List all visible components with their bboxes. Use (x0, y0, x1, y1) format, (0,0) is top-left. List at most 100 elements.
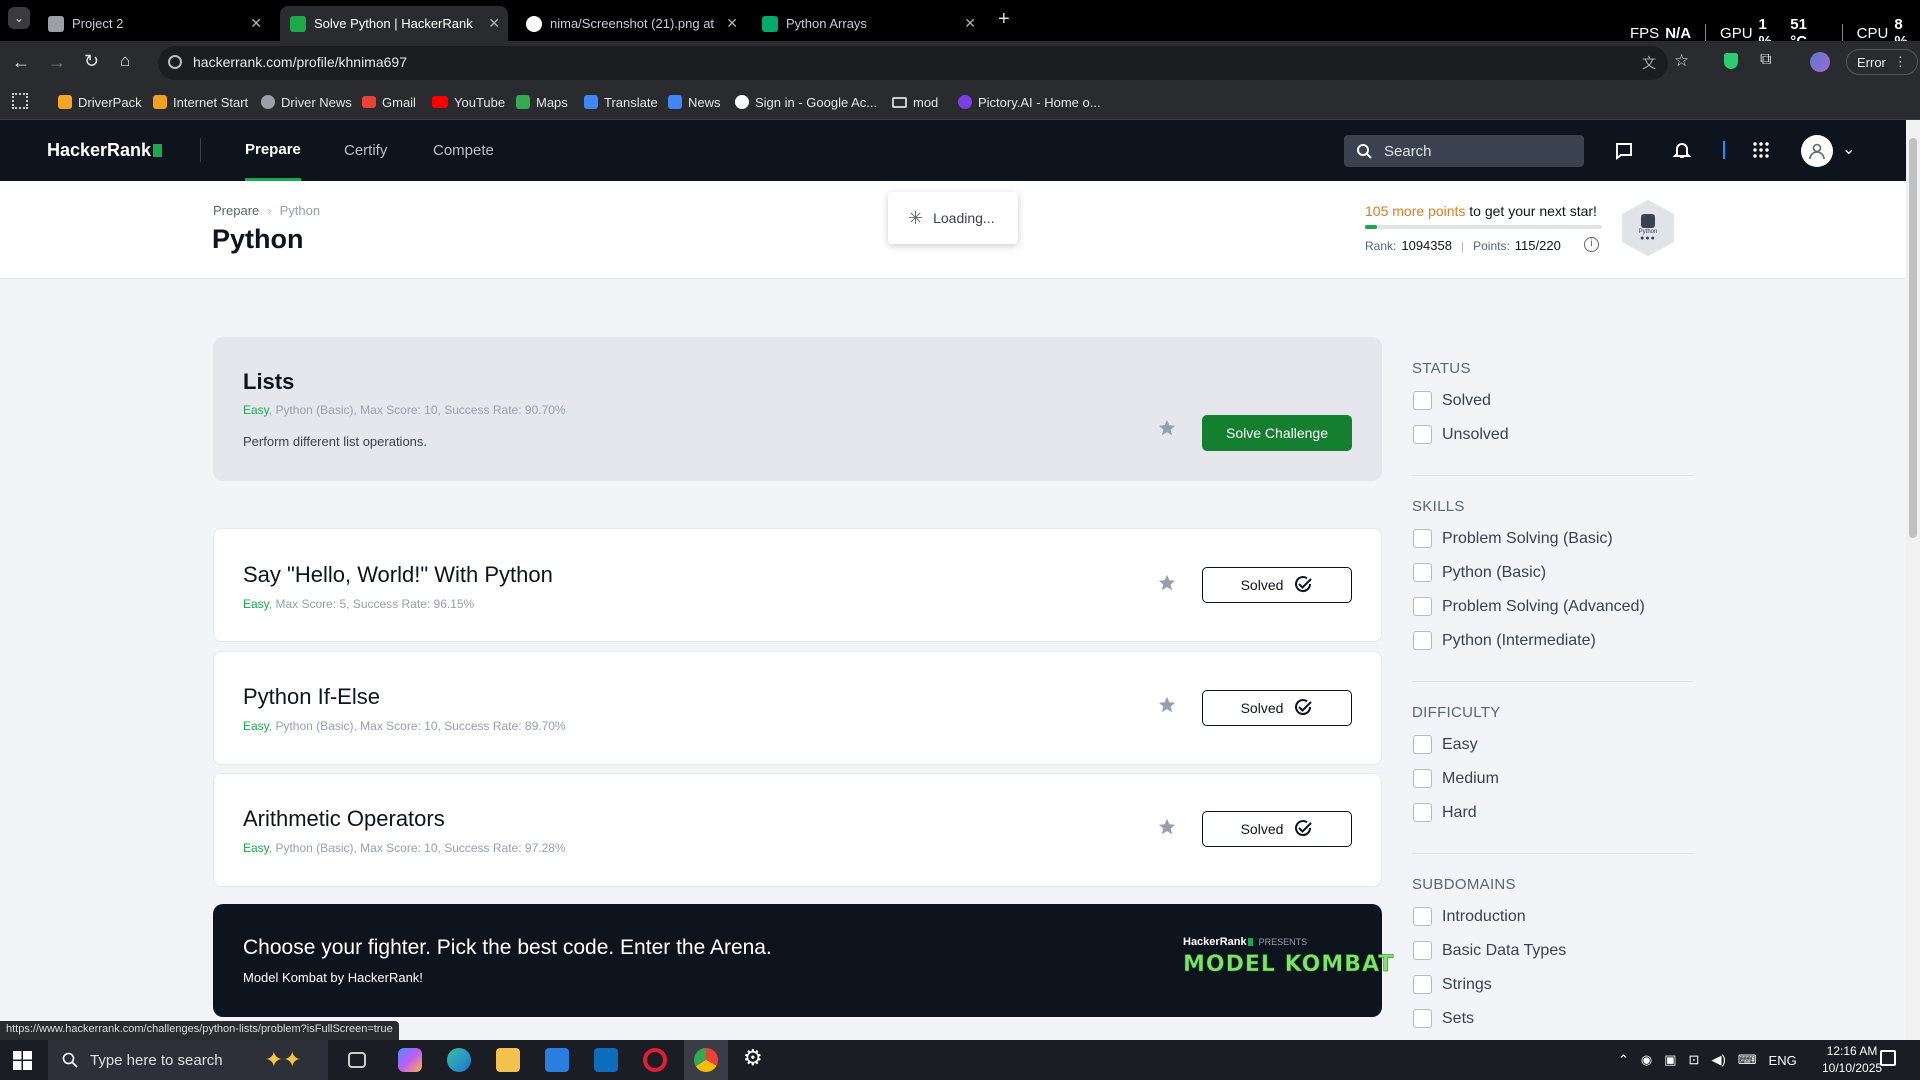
extensions-icon[interactable]: ⧉ (1760, 51, 1771, 69)
search-input[interactable]: Search (1344, 135, 1584, 167)
bookmark-star-icon[interactable] (1158, 818, 1176, 836)
back-icon[interactable]: ← (12, 52, 30, 73)
info-icon[interactable]: i (1584, 237, 1599, 252)
task-view-icon[interactable] (348, 1052, 366, 1068)
messages-icon[interactable] (1614, 141, 1634, 161)
store-icon[interactable] (545, 1048, 569, 1072)
windows-start-icon[interactable] (13, 1051, 32, 1070)
filter-medium[interactable]: Medium (1413, 769, 1499, 788)
solved-button[interactable]: Solved (1202, 567, 1352, 603)
tab-search-button[interactable]: ⌄ (8, 7, 30, 29)
filter-sets[interactable]: Sets (1413, 1009, 1474, 1028)
checkbox[interactable] (1413, 769, 1432, 788)
language-indicator[interactable]: ENG (1769, 1053, 1797, 1068)
bookmark-internet-start[interactable]: Internet Start (153, 84, 248, 120)
bookmark-star-icon[interactable] (1158, 574, 1176, 592)
checkbox[interactable] (1413, 941, 1432, 960)
camera-icon[interactable]: ▣ (1664, 1052, 1676, 1068)
filter-strings[interactable]: Strings (1413, 975, 1492, 994)
keyboard-icon[interactable]: ⌨ (1738, 1052, 1757, 1068)
breadcrumb-prepare[interactable]: Prepare (213, 203, 259, 218)
close-icon[interactable]: ✕ (250, 15, 262, 32)
filter-problem-solving-basic[interactable]: Problem Solving (Basic) (1413, 529, 1613, 548)
bookmark-star-icon[interactable] (1158, 419, 1176, 437)
outlook-icon[interactable] (594, 1048, 618, 1072)
volume-icon[interactable]: ◀) (1711, 1052, 1725, 1068)
filter-python-intermediate[interactable]: Python (Intermediate) (1413, 631, 1596, 650)
page-scrollbar[interactable] (1906, 120, 1920, 1040)
opera-icon[interactable] (643, 1048, 667, 1072)
close-icon[interactable]: ✕ (488, 15, 500, 32)
checkbox[interactable] (1413, 391, 1432, 410)
bookmark-pictory[interactable]: Pictory.AI - Home o... (958, 84, 1101, 120)
bookmark-news[interactable]: News (668, 84, 721, 120)
checkbox[interactable] (1413, 529, 1432, 548)
solved-button[interactable]: Solved (1202, 811, 1352, 847)
checkbox[interactable] (1413, 907, 1432, 926)
scrollbar-thumb[interactable] (1909, 138, 1917, 538)
checkbox[interactable] (1413, 803, 1432, 822)
tab-python-arrays[interactable]: Python Arrays ✕ (752, 6, 984, 41)
network-icon[interactable]: ⊡ (1689, 1052, 1700, 1068)
reload-icon[interactable]: ↻ (84, 51, 99, 72)
hackerrank-logo[interactable]: HackerRank (47, 140, 163, 161)
apps-grid-icon[interactable] (1752, 141, 1770, 159)
challenge-title[interactable]: Lists (243, 369, 294, 395)
checkbox[interactable] (1413, 597, 1432, 616)
filter-python-basic[interactable]: Python (Basic) (1413, 563, 1546, 582)
user-avatar[interactable] (1801, 135, 1833, 167)
bookmark-translate[interactable]: Translate (584, 84, 658, 120)
filter-problem-solving-advanced[interactable]: Problem Solving (Advanced) (1413, 597, 1645, 616)
challenge-title[interactable]: Arithmetic Operators (243, 806, 445, 832)
site-info-icon[interactable] (168, 55, 182, 69)
checkbox[interactable] (1413, 425, 1432, 444)
filter-easy[interactable]: Easy (1413, 735, 1478, 754)
bookmark-star-icon[interactable] (1158, 696, 1176, 714)
chevron-down-icon[interactable]: ⌄ (1842, 139, 1855, 159)
bookmark-gmail[interactable]: Gmail (362, 84, 416, 120)
profile-avatar-icon[interactable] (1810, 52, 1830, 72)
clock[interactable]: 12:16 AM 10/10/2025 (1822, 1043, 1882, 1077)
tab-project-2[interactable]: Project 2 ✕ (38, 6, 270, 41)
record-icon[interactable]: ◉ (1641, 1052, 1652, 1068)
error-button[interactable]: Error ⋮ (1846, 49, 1918, 75)
apps-grid-icon[interactable] (12, 93, 28, 109)
bookmark-star-icon[interactable]: ☆ (1674, 51, 1689, 71)
checkbox[interactable] (1413, 1009, 1432, 1028)
bookmark-driver-news[interactable]: Driver News (261, 84, 352, 120)
new-tab-button[interactable]: + (998, 8, 1010, 31)
shield-extension-icon[interactable] (1724, 53, 1738, 69)
edge-icon[interactable] (447, 1048, 471, 1072)
home-icon[interactable]: ⌂ (120, 51, 130, 71)
chevron-up-icon[interactable]: ⌃ (1618, 1052, 1629, 1068)
bookmark-youtube[interactable]: YouTube (432, 84, 505, 120)
notifications-icon[interactable] (1880, 1050, 1896, 1066)
checkbox[interactable] (1413, 975, 1432, 994)
file-explorer-icon[interactable] (496, 1048, 520, 1072)
url-text[interactable]: hackerrank.com/profile/khnima697 (193, 54, 407, 70)
copilot-icon[interactable] (398, 1048, 422, 1072)
filter-introduction[interactable]: Introduction (1413, 907, 1526, 926)
solved-button[interactable]: Solved (1202, 690, 1352, 726)
tab-solve-python[interactable]: Solve Python | HackerRank ✕ (280, 6, 508, 41)
notifications-bell-icon[interactable] (1672, 140, 1692, 160)
nav-compete[interactable]: Compete (433, 120, 494, 181)
nav-prepare[interactable]: Prepare (245, 120, 301, 181)
close-icon[interactable]: ✕ (964, 15, 976, 32)
close-icon[interactable]: ✕ (726, 15, 738, 32)
checkbox[interactable] (1413, 563, 1432, 582)
challenge-title[interactable]: Python If-Else (243, 684, 380, 710)
taskbar-search[interactable]: Type here to search ✦✦ (48, 1040, 328, 1080)
challenge-title[interactable]: Say "Hello, World!" With Python (243, 562, 553, 588)
filter-solved[interactable]: Solved (1413, 391, 1491, 410)
filter-basic-data-types[interactable]: Basic Data Types (1413, 941, 1566, 960)
bookmark-driverpack[interactable]: DriverPack (58, 84, 142, 120)
forward-icon[interactable]: → (48, 52, 66, 73)
checkbox[interactable] (1413, 735, 1432, 754)
solve-challenge-button[interactable]: Solve Challenge (1202, 415, 1352, 451)
bookmark-google-signin[interactable]: Sign in - Google Ac... (735, 84, 877, 120)
chrome-icon[interactable] (694, 1048, 718, 1072)
filter-unsolved[interactable]: Unsolved (1413, 425, 1509, 444)
translate-icon[interactable]: ⽂ (1642, 53, 1656, 73)
nav-certify[interactable]: Certify (344, 120, 387, 181)
